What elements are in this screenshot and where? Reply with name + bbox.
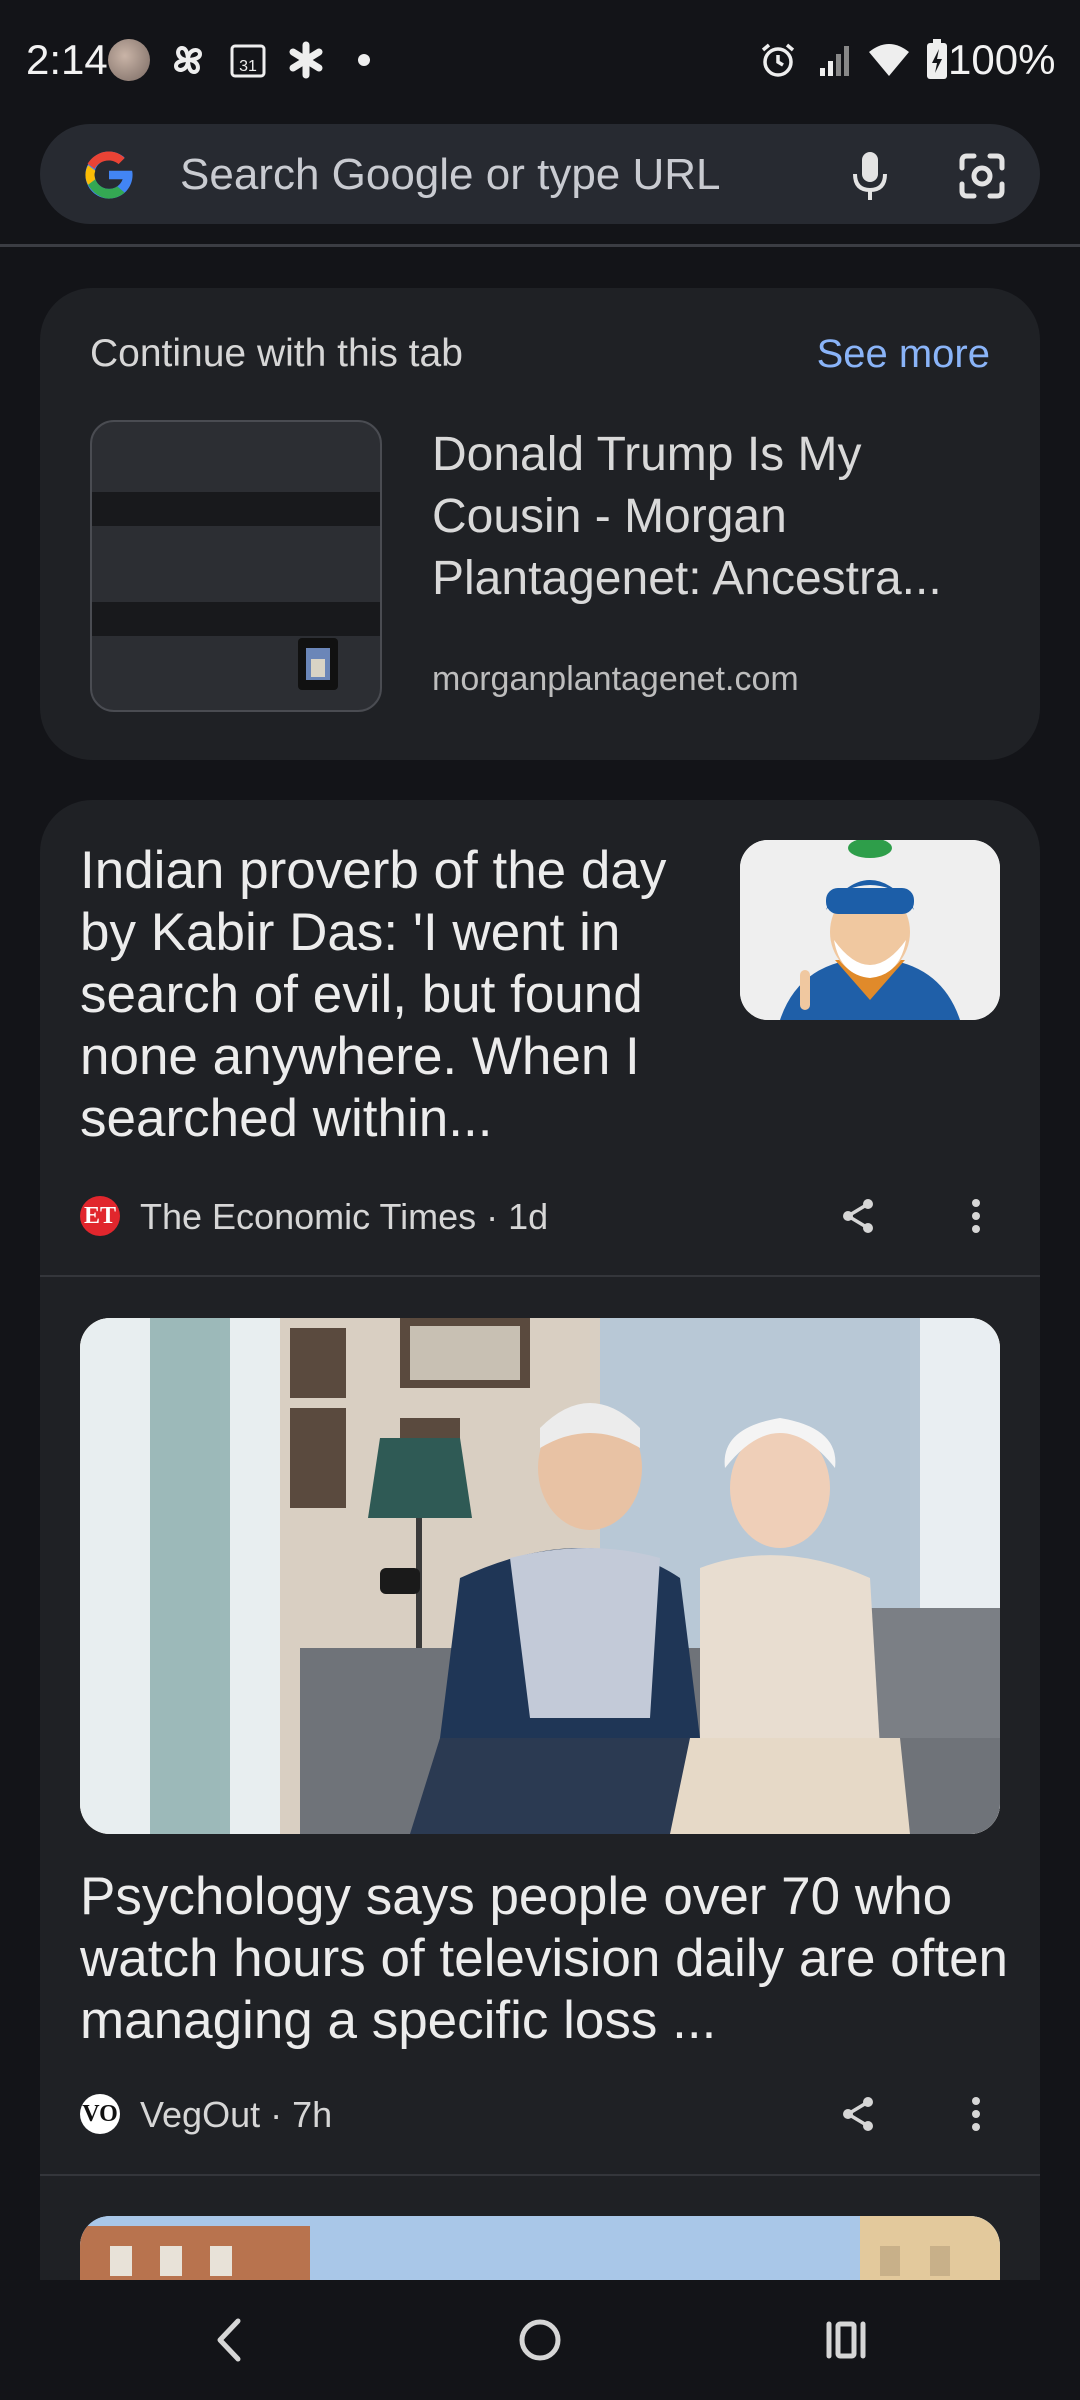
tab-page-title[interactable]: Donald Trump Is My Cousin - Morgan Plant… [432,424,1002,610]
recents-icon[interactable] [806,2300,886,2380]
more-vert-icon[interactable] [946,1186,1006,1246]
calendar-icon: 31 [226,38,270,82]
row-divider [40,2174,1040,2176]
row-divider [40,1275,1040,1277]
source-logo-vo: VO [80,2094,120,2134]
system-nav-bar [0,2280,1080,2400]
article-source: VegOut [140,2094,261,2135]
article-source: The Economic Times [140,1196,477,1237]
search-divider [0,244,1080,247]
meta-separator: · [476,1196,509,1237]
signal-icon [814,38,858,82]
article-age: 7h [292,2094,333,2135]
pinwheel-icon [166,38,210,82]
asterisk-icon [284,38,328,82]
article-thumbnail[interactable] [740,840,1000,1020]
article-meta: VegOut · 7h [140,2094,332,2136]
battery-percent: 100% [948,36,1056,83]
article-age: 1d [508,1196,549,1237]
dot-icon [354,38,374,82]
article-meta: The Economic Times · 1d [140,1196,548,1238]
search-bar[interactable]: Search Google or type URL [40,124,1040,224]
article-title[interactable]: Indian proverb of the day by Kabir Das: … [80,840,720,1150]
favicon-icon [298,638,338,690]
avatar-icon [108,38,150,82]
alarm-icon [756,38,800,82]
google-logo-icon [80,146,138,204]
home-icon[interactable] [500,2300,580,2380]
status-bar: 2:14 31 100% [0,0,1080,120]
more-vert-icon[interactable] [946,2084,1006,2144]
status-time: 2:14 [26,36,108,83]
tab-domain: morganplantagenet.com [432,660,799,698]
search-input[interactable]: Search Google or type URL [180,150,721,200]
tab-thumbnail[interactable] [90,420,382,712]
calendar-day: 31 [239,58,257,75]
continue-tab-heading: Continue with this tab [90,332,463,375]
see-more-link[interactable]: See more [817,332,990,377]
meta-separator: · [260,2094,293,2135]
mic-icon[interactable] [840,146,900,206]
source-logo-et: ET [80,1196,120,1236]
wifi-icon [864,38,914,82]
article-image[interactable] [80,1318,1000,1834]
lens-icon[interactable] [952,146,1012,206]
share-icon[interactable] [828,1186,888,1246]
back-icon[interactable] [190,2300,270,2380]
share-icon[interactable] [828,2084,888,2144]
continue-tab-card[interactable]: Continue with this tab See more Donald T… [40,288,1040,760]
article-title[interactable]: Psychology says people over 70 who watch… [80,1866,1010,2052]
